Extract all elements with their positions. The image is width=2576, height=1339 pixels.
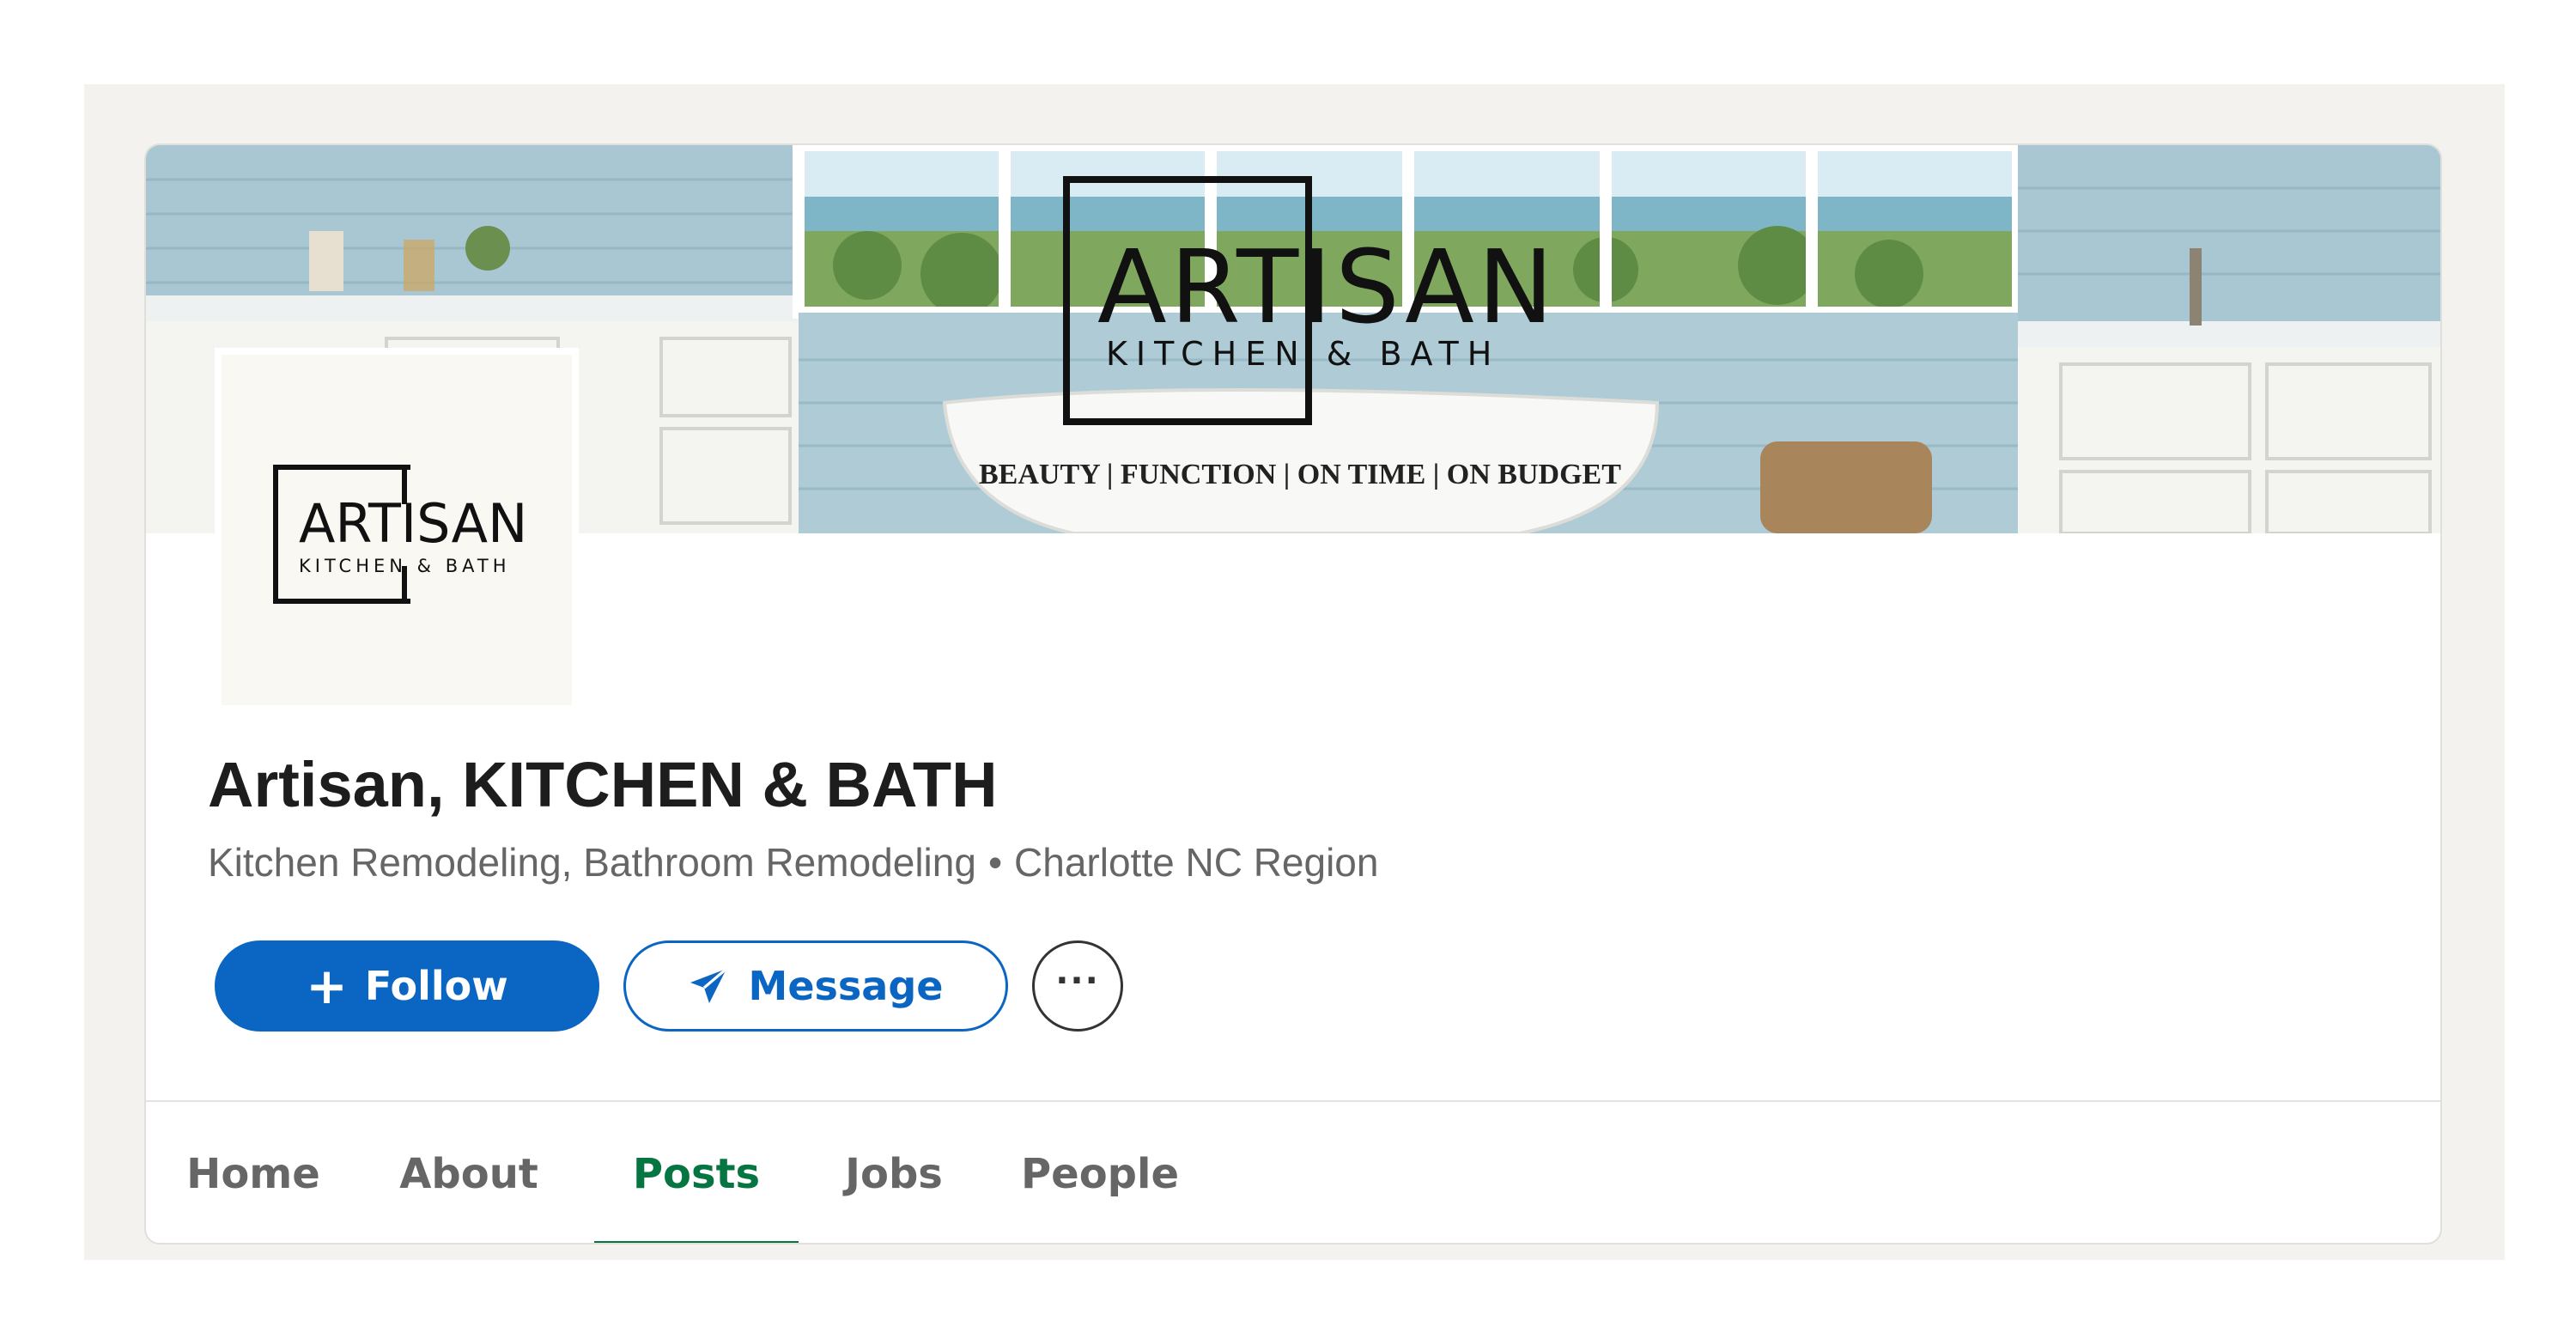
tab-jobs[interactable]: Jobs [843, 1102, 945, 1243]
profile-tabs: Home About Posts Jobs People [146, 1102, 2440, 1243]
page-background: ARTISAN KITCHEN & BATH BEAUTY | FUNCTION… [84, 84, 2505, 1260]
logo-brand-subtitle: KITCHEN & BATH [299, 556, 511, 576]
company-logo-mark: ARTISAN KITCHEN & BATH [273, 465, 531, 611]
meta-separator: • [987, 840, 1003, 885]
company-industry: Kitchen Remodeling, Bathroom Remodeling [208, 840, 976, 885]
tab-people[interactable]: People [1021, 1102, 1179, 1243]
send-icon [690, 967, 727, 1003]
more-icon: ··· [1055, 961, 1100, 1001]
follow-button[interactable]: + Follow [215, 940, 599, 1032]
company-name: Artisan, KITCHEN & BATH [208, 749, 998, 820]
banner-tagline: BEAUTY | FUNCTION | ON TIME | ON BUDGET [979, 459, 1621, 490]
message-button-label: Message [748, 963, 944, 1009]
message-button[interactable]: Message [623, 940, 1008, 1032]
company-location: Charlotte NC Region [1014, 840, 1379, 885]
banner-brand-name: ARTISAN [1097, 228, 1558, 346]
banner-brand-subtitle: KITCHEN & BATH [1106, 335, 1501, 373]
banner-brand-logo: ARTISAN KITCHEN & BATH [1063, 176, 1553, 434]
tab-about[interactable]: About [399, 1102, 538, 1243]
company-profile-card: ARTISAN KITCHEN & BATH BEAUTY | FUNCTION… [144, 143, 2442, 1245]
plus-icon: + [306, 957, 348, 1015]
more-actions-button[interactable]: ··· [1032, 940, 1123, 1032]
company-logo[interactable]: ARTISAN KITCHEN & BATH [215, 348, 579, 712]
follow-button-label: Follow [364, 963, 508, 1009]
logo-brand-name: ARTISAN [299, 492, 528, 555]
tab-home[interactable]: Home [186, 1102, 320, 1243]
company-meta: Kitchen Remodeling, Bathroom Remodeling •… [208, 839, 1378, 886]
tab-posts[interactable]: Posts [594, 1102, 799, 1243]
